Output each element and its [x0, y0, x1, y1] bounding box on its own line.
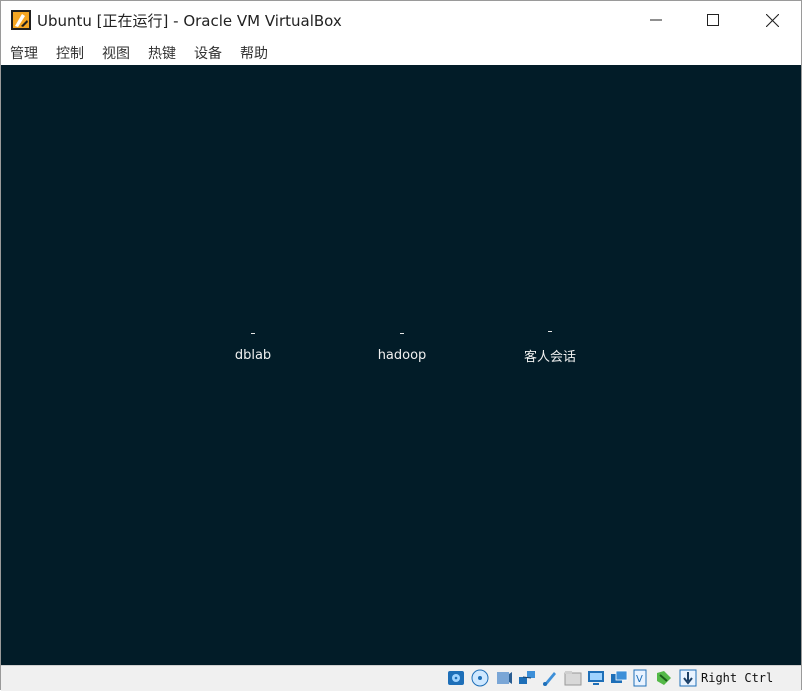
menu-devices[interactable]: 设备: [194, 43, 222, 63]
optical-drive-icon[interactable]: [471, 669, 489, 687]
close-button[interactable]: [749, 1, 795, 39]
user-name: 客人会话: [523, 350, 576, 365]
user-hadoop[interactable]: hadoop: [347, 333, 457, 363]
status-bar: V Right Ctrl: [1, 665, 801, 691]
menu-help[interactable]: 帮助: [240, 43, 268, 63]
usb-icon[interactable]: [541, 669, 559, 687]
vt-x-icon: V: [633, 669, 647, 687]
close-icon: [765, 13, 779, 27]
user-guest-session[interactable]: 客人会话: [495, 331, 605, 365]
keyboard-capture-icon[interactable]: [679, 669, 697, 687]
host-key-label: Right Ctrl: [701, 671, 774, 685]
title-bar[interactable]: Ubuntu [正在运行] - Oracle VM VirtualBox: [1, 1, 801, 39]
user-dblab[interactable]: dblab: [198, 333, 308, 363]
recording-icon[interactable]: [610, 669, 628, 687]
virtualbox-window: Ubuntu [正在运行] - Oracle VM VirtualBox 管理 …: [0, 0, 802, 691]
virtualbox-app-icon: [11, 10, 31, 30]
minimize-icon: [650, 19, 662, 21]
shared-folders-icon[interactable]: [564, 669, 582, 687]
display-icon[interactable]: [587, 669, 605, 687]
menu-control[interactable]: 控制: [56, 43, 84, 63]
menu-hotkeys[interactable]: 热键: [148, 43, 176, 63]
menu-view[interactable]: 视图: [102, 43, 130, 63]
menu-manage[interactable]: 管理: [10, 43, 38, 63]
mouse-integration-icon[interactable]: [655, 669, 673, 687]
menu-bar: 管理 控制 视图 热键 设备 帮助: [1, 39, 801, 65]
user-name: dblab: [234, 348, 272, 363]
network-icon[interactable]: [518, 669, 536, 687]
user-name: hadoop: [377, 348, 427, 363]
audio-icon[interactable]: [495, 669, 513, 687]
maximize-icon: [707, 14, 719, 26]
user-avatar-icon: [548, 331, 552, 332]
window-title: Ubuntu [正在运行] - Oracle VM VirtualBox: [37, 12, 342, 30]
maximize-button[interactable]: [690, 1, 736, 39]
minimize-button[interactable]: [633, 1, 679, 39]
vm-display[interactable]: dblab hadoop 客人会话: [1, 65, 801, 665]
hard-disk-icon[interactable]: [447, 669, 465, 687]
user-avatar-icon: [400, 333, 404, 334]
user-avatar-icon: [251, 333, 255, 334]
svg-text:V: V: [636, 674, 643, 685]
